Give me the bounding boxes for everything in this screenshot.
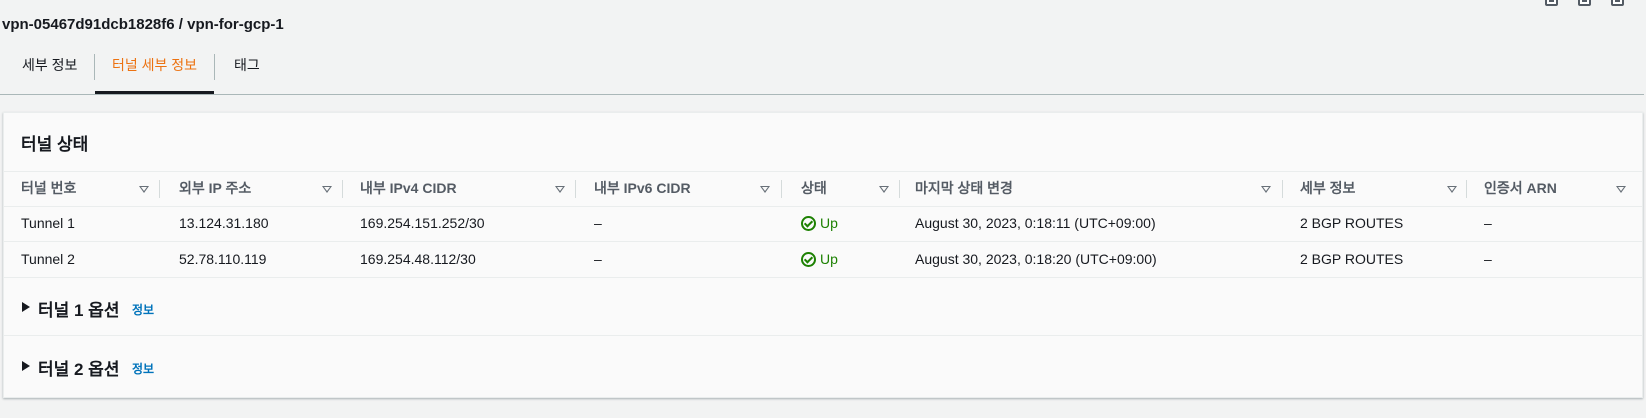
info-link[interactable]: 정보 (132, 360, 154, 377)
check-circle-icon (801, 216, 816, 231)
column-header-status[interactable]: 상태 (801, 172, 889, 206)
status-cell: Up (801, 242, 838, 277)
tunnel-status-panel: 터널 상태 터널 번호 외부 IP 주소 내부 IPv4 CIDR 내부 IPv… (3, 112, 1643, 398)
ipv6-cidr-cell: – (594, 251, 602, 267)
page-title: vpn-05467d91dcb1828f6 / vpn-for-gcp-1 (2, 16, 284, 33)
last-change-cell: August 30, 2023, 0:18:11 (UTC+09:00) (915, 215, 1156, 231)
sort-icon[interactable] (1616, 186, 1626, 193)
sort-icon[interactable] (879, 186, 889, 193)
copy-icon[interactable] (1545, 0, 1558, 6)
tunnel-2-options-section[interactable]: 터널 2 옵션 정보 (4, 337, 1642, 394)
sort-icon[interactable] (139, 186, 149, 193)
column-header-tunnel-number[interactable]: 터널 번호 (21, 172, 149, 206)
info-link[interactable]: 정보 (132, 301, 154, 318)
column-divider[interactable] (899, 180, 900, 198)
tab-details[interactable]: 세부 정보 (22, 48, 82, 94)
tab-bar: 세부 정보 터널 세부 정보 태그 (0, 48, 1644, 95)
sort-icon[interactable] (1261, 186, 1271, 193)
certificate-arn-cell: – (1484, 251, 1492, 267)
outside-ip-cell: 13.124.31.180 (179, 215, 269, 231)
table-row[interactable]: Tunnel 1 13.124.31.180 169.254.151.252/3… (4, 206, 1642, 242)
column-divider[interactable] (159, 180, 160, 198)
status-cell: Up (801, 206, 838, 241)
tunnel-1-options-section[interactable]: 터널 1 옵션 정보 (4, 278, 1642, 336)
copy-icon[interactable] (1611, 0, 1624, 6)
top-toolbar (1545, 0, 1624, 6)
panel-title: 터널 상태 (21, 135, 89, 154)
sort-icon[interactable] (555, 186, 565, 193)
column-divider[interactable] (781, 180, 782, 198)
caret-right-icon[interactable] (22, 302, 30, 312)
tunnel-number-cell: Tunnel 1 (21, 215, 75, 231)
tab-tags[interactable]: 태그 (234, 48, 274, 94)
sort-icon[interactable] (760, 186, 770, 193)
tunnel-number-cell: Tunnel 2 (21, 251, 75, 267)
table-row[interactable]: Tunnel 2 52.78.110.119 169.254.48.112/30… (4, 242, 1642, 278)
column-divider[interactable] (342, 180, 343, 198)
ipv6-cidr-cell: – (594, 215, 602, 231)
outside-ip-cell: 52.78.110.119 (179, 251, 267, 267)
section-title[interactable]: 터널 1 옵션 (38, 296, 119, 321)
status-text: Up (820, 251, 838, 267)
details-cell: 2 BGP ROUTES (1300, 215, 1404, 231)
column-divider[interactable] (1466, 180, 1467, 198)
caret-right-icon[interactable] (22, 361, 30, 371)
tab-tunnel-details[interactable]: 터널 세부 정보 (95, 48, 214, 94)
last-change-cell: August 30, 2023, 0:18:20 (UTC+09:00) (915, 251, 1157, 267)
column-header-outside-ip[interactable]: 외부 IP 주소 (179, 172, 332, 206)
sort-icon[interactable] (1447, 186, 1457, 193)
status-text: Up (820, 215, 838, 231)
column-header-inside-ipv6-cidr[interactable]: 내부 IPv6 CIDR (594, 172, 770, 206)
table-header: 터널 번호 외부 IP 주소 내부 IPv4 CIDR 내부 IPv6 CIDR… (4, 171, 1642, 207)
tab-divider (214, 54, 215, 80)
column-header-last-status-change[interactable]: 마지막 상태 변경 (915, 172, 1271, 206)
column-divider[interactable] (575, 180, 576, 198)
column-divider[interactable] (1282, 180, 1283, 198)
column-header-details[interactable]: 세부 정보 (1300, 172, 1457, 206)
column-header-certificate-arn[interactable]: 인증서 ARN (1484, 172, 1626, 206)
sort-icon[interactable] (322, 186, 332, 193)
ipv4-cidr-cell: 169.254.48.112/30 (360, 251, 476, 267)
check-circle-icon (801, 252, 816, 267)
certificate-arn-cell: – (1484, 215, 1492, 231)
copy-icon[interactable] (1578, 0, 1591, 6)
details-cell: 2 BGP ROUTES (1300, 251, 1404, 267)
column-header-inside-ipv4-cidr[interactable]: 내부 IPv4 CIDR (360, 172, 565, 206)
section-title[interactable]: 터널 2 옵션 (38, 355, 119, 380)
ipv4-cidr-cell: 169.254.151.252/30 (360, 215, 485, 231)
